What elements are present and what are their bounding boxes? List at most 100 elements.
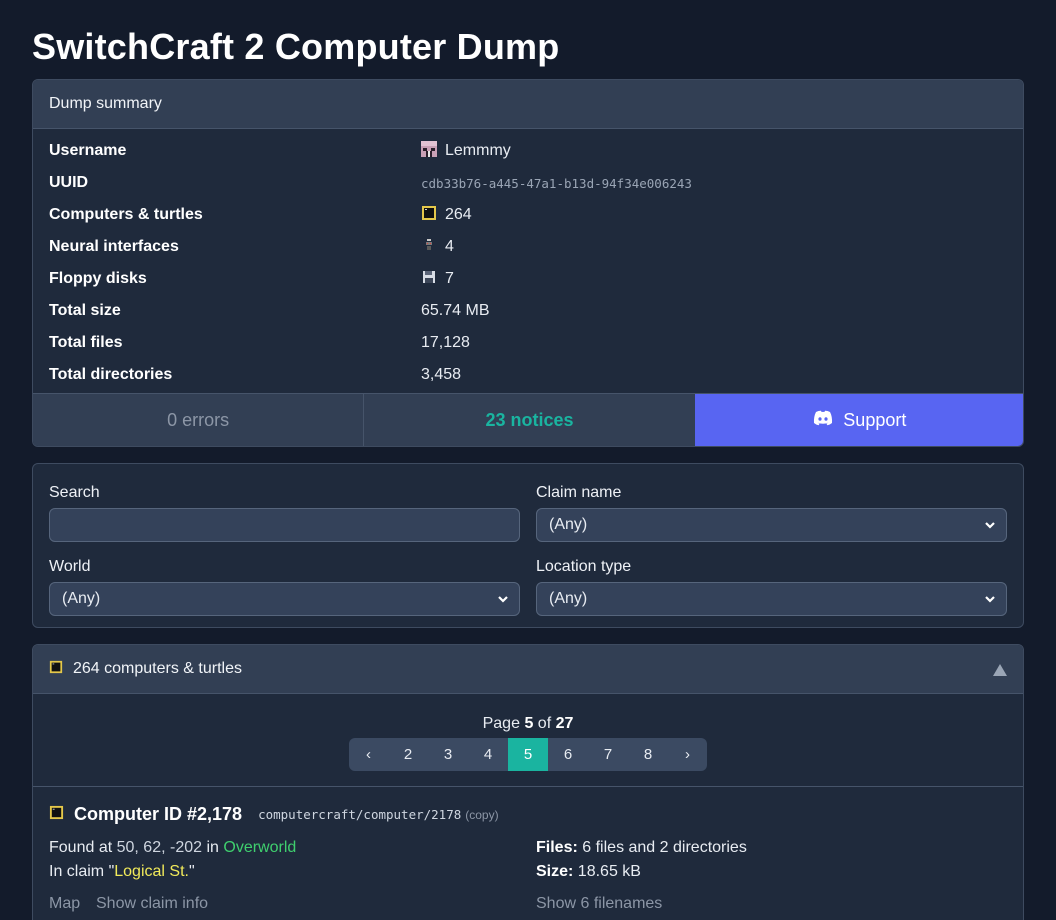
location-type-label: Location type <box>536 558 632 575</box>
files-word: files and <box>595 839 656 856</box>
map-link[interactable]: Map <box>49 895 80 913</box>
computer-icon <box>49 805 64 825</box>
summary-label: Floppy disks <box>49 270 147 287</box>
collapse-triangle-icon[interactable] <box>993 663 1007 681</box>
claim-suffix: " <box>188 863 195 880</box>
computer-entry-header: Computer ID #2,178 computercraft/compute… <box>49 804 499 825</box>
dump-summary-card: Dump summary Username Lemmmy UUID cdb33b… <box>32 79 1024 447</box>
size-label: Size: <box>536 863 574 880</box>
page-current: 5 <box>524 715 534 732</box>
found-at-line: Found at 50, 62, -202 in Overworld <box>49 839 296 857</box>
show-filenames-link[interactable]: Show 6 filenames <box>536 895 662 913</box>
dirs-word: directories <box>673 839 747 856</box>
size-value: 18.65 kB <box>577 863 641 880</box>
summary-row-username: Username Lemmmy <box>49 135 1009 167</box>
computers-list-header[interactable]: 264 computers & turtles <box>33 645 1023 694</box>
files-count: 6 <box>582 839 592 856</box>
show-claim-info-link[interactable]: Show claim info <box>96 895 208 913</box>
dirs-count: 2 <box>659 839 669 856</box>
page-button[interactable]: 2 <box>388 738 428 771</box>
summary-row-directories: Total directories 3,458 <box>49 359 1009 391</box>
page-title: SwitchCraft 2 Computer Dump <box>32 26 560 67</box>
summary-label: UUID <box>49 174 89 191</box>
floppy-disk-icon <box>421 269 437 290</box>
errors-button[interactable]: 0 errors <box>33 394 364 446</box>
total-files-value: 17,128 <box>421 334 470 351</box>
computer-path: computercraft/computer/2178 <box>258 807 462 822</box>
summary-row-files: Total files 17,128 <box>49 327 1009 359</box>
world-selected: (Any) <box>62 590 101 607</box>
search-field: Search <box>49 484 520 542</box>
location-type-selected: (Any) <box>549 590 588 607</box>
total-size-value: 65.74 MB <box>421 302 490 319</box>
in-word: in <box>206 839 219 856</box>
search-label: Search <box>49 484 100 501</box>
location-type-field: Location type (Any) <box>536 558 1007 616</box>
page-button-active[interactable]: 5 <box>508 738 548 771</box>
computers-list-card: 264 computers & turtles Page 5 of 27 ‹ 2… <box>32 644 1024 920</box>
summary-row-computers: Computers & turtles 264 <box>49 199 1009 231</box>
computer-icon <box>49 660 63 679</box>
summary-row-uuid: UUID cdb33b76-a445-47a1-b13d-94f34e00624… <box>49 167 1009 199</box>
chevron-down-icon <box>984 518 996 537</box>
world-label: World <box>49 558 91 575</box>
size-line: Size: 18.65 kB <box>536 863 641 881</box>
prev-page-button[interactable]: ‹ <box>349 738 388 771</box>
search-input[interactable] <box>49 508 520 542</box>
computers-value: 264 <box>445 206 472 223</box>
page-indicator: Page 5 of 27 <box>33 715 1023 733</box>
page-button[interactable]: 6 <box>548 738 588 771</box>
pagination: ‹ 2 3 4 5 6 7 8 › <box>349 738 707 771</box>
found-prefix: Found at <box>49 839 113 856</box>
page-button[interactable]: 3 <box>428 738 468 771</box>
uuid-value: cdb33b76-a445-47a1-b13d-94f34e006243 <box>421 175 692 191</box>
summary-label: Total files <box>49 334 123 351</box>
summary-row-floppy: Floppy disks 7 <box>49 263 1009 295</box>
world-select[interactable]: (Any) <box>49 582 520 616</box>
neural-value: 4 <box>445 238 454 255</box>
files-label: Files: <box>536 839 578 856</box>
summary-label: Username <box>49 142 127 159</box>
claim-name-select[interactable]: (Any) <box>536 508 1007 542</box>
claim-name-label: Claim name <box>536 484 622 501</box>
coordinates: 50, 62, -202 <box>116 839 203 856</box>
computers-list-title: 264 computers & turtles <box>73 660 242 677</box>
username-value: Lemmmy <box>445 142 511 159</box>
location-type-select[interactable]: (Any) <box>536 582 1007 616</box>
files-line: Files: 6 files and 2 directories <box>536 839 747 857</box>
divider <box>33 786 1023 787</box>
summary-label: Computers & turtles <box>49 206 203 223</box>
claim-name-field: Claim name (Any) <box>536 484 1007 542</box>
status-bar: 0 errors 23 notices Support <box>33 393 1023 446</box>
floppy-value: 7 <box>445 270 454 287</box>
neural-interface-icon <box>421 237 437 258</box>
summary-row-size: Total size 65.74 MB <box>49 295 1009 327</box>
world-field: World (Any) <box>49 558 520 616</box>
page-button[interactable]: 7 <box>588 738 628 771</box>
computer-icon <box>421 205 437 226</box>
dump-summary-header: Dump summary <box>33 80 1023 129</box>
discord-icon <box>813 410 833 431</box>
summary-row-neural: Neural interfaces 4 <box>49 231 1009 263</box>
claim-prefix: In claim " <box>49 863 115 880</box>
notices-button[interactable]: 23 notices <box>363 394 695 446</box>
claim-name-selected: (Any) <box>549 516 588 533</box>
claim-line: In claim "Logical St." <box>49 863 195 881</box>
player-head-icon <box>421 140 437 162</box>
filters-card: Search Claim name (Any) World (Any) Loca… <box>32 463 1024 628</box>
support-button[interactable]: Support <box>694 394 1023 446</box>
claim-name: Logical St. <box>114 863 189 880</box>
world-name: Overworld <box>223 839 297 856</box>
summary-label: Neural interfaces <box>49 238 179 255</box>
page-button[interactable]: 4 <box>468 738 508 771</box>
page-total: 27 <box>555 715 574 732</box>
summary-label: Total directories <box>49 366 173 383</box>
chevron-down-icon <box>497 592 509 611</box>
computer-title: Computer ID #2,178 <box>74 804 243 824</box>
page-of: of <box>537 715 552 732</box>
total-directories-value: 3,458 <box>421 366 462 383</box>
chevron-down-icon <box>984 592 996 611</box>
page-button[interactable]: 8 <box>628 738 668 771</box>
next-page-button[interactable]: › <box>668 738 707 771</box>
copy-path-link[interactable]: (copy) <box>465 808 498 822</box>
